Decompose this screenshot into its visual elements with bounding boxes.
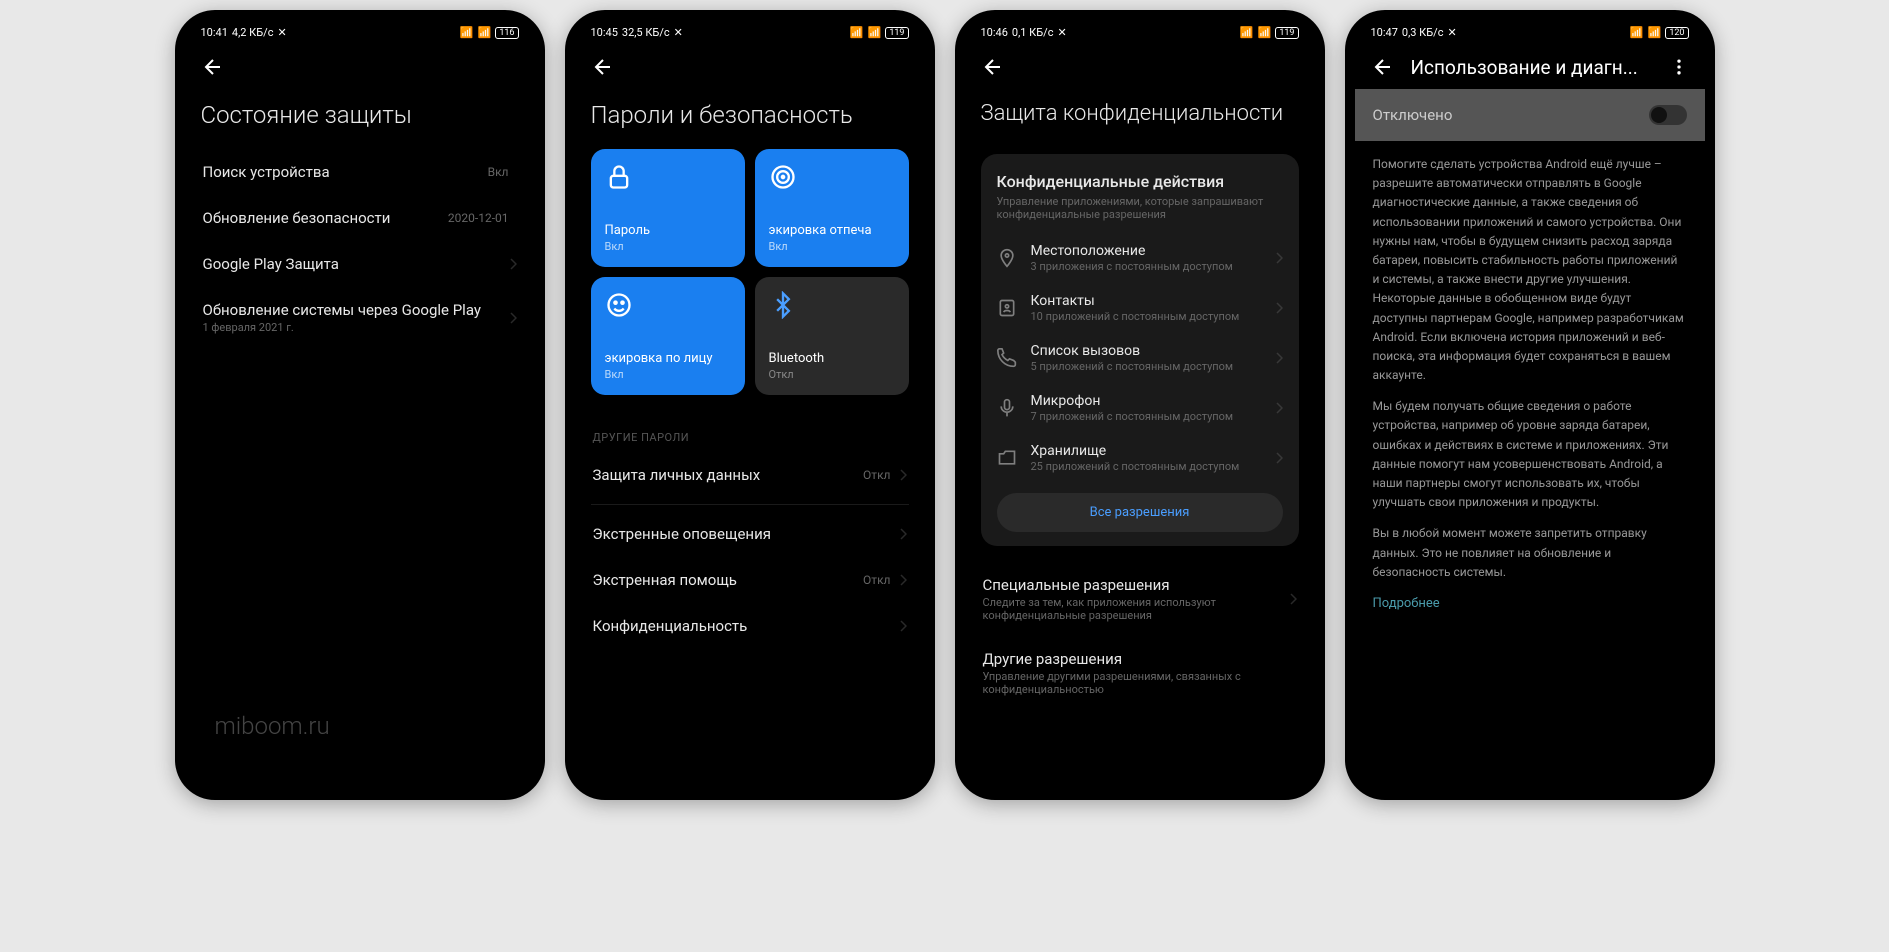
back-button[interactable] (201, 55, 225, 79)
status-speed: 32,5 КБ/с (622, 26, 670, 39)
item-personal-data[interactable]: Защита личных данных Откл (591, 452, 909, 498)
status-speed: 4,2 КБ/с (232, 26, 274, 39)
item-emergency-help[interactable]: Экстренная помощь Откл (591, 557, 909, 603)
wifi-icon: 📶 (478, 26, 492, 39)
all-permissions-button[interactable]: Все разрешения (997, 493, 1283, 532)
chevron-right-icon (899, 469, 907, 481)
battery-icon: 120 (1665, 27, 1688, 39)
toggle-label: Отключено (1373, 106, 1453, 124)
signal-icon: 📶 (460, 26, 474, 39)
toggle-switch[interactable] (1649, 105, 1687, 125)
page-title: Пароли и безопасность (575, 89, 925, 149)
wifi-icon: 📶 (1258, 26, 1272, 39)
more-icon[interactable] (1669, 57, 1689, 77)
item-find-device[interactable]: Поиск устройства Вкл (201, 149, 519, 195)
perm-mic[interactable]: Микрофон 7 приложений с постоянным досту… (997, 383, 1283, 433)
status-time: 10:46 (981, 26, 1008, 39)
storage-icon (997, 448, 1017, 468)
card-title: Конфиденциальные действия (997, 172, 1283, 191)
back-button[interactable] (591, 55, 615, 79)
phone-2: 10:45 32,5 КБ/с ✕ 📶 📶 119 Пароли и безоп… (565, 10, 935, 800)
page-title: Защита конфиденциальности (965, 89, 1315, 146)
tile-bluetooth[interactable]: Bluetooth Откл (755, 277, 909, 395)
contacts-icon (997, 298, 1017, 318)
chevron-right-icon (1275, 352, 1283, 364)
perm-calls[interactable]: Список вызовов 5 приложений с постоянным… (997, 333, 1283, 383)
item-play-protect[interactable]: Google Play Защита (201, 241, 519, 287)
chevron-right-icon (899, 528, 907, 540)
status-bar: 10:46 0,1 КБ/с ✕ 📶 📶 119 (965, 20, 1315, 45)
phone-1: 10:41 4,2 КБ/с ✕ 📶 📶 116 Состояние защит… (175, 10, 545, 800)
description-text: Помогите сделать устройства Android ещё … (1371, 141, 1689, 629)
battery-icon: 119 (1275, 27, 1298, 39)
item-privacy[interactable]: Конфиденциальность (591, 603, 909, 649)
status-time: 10:47 (1371, 26, 1398, 39)
status-speed: 0,1 КБ/с (1012, 26, 1054, 39)
tile-face[interactable]: экировка по лицу Вкл (591, 277, 745, 395)
wifi-icon: 📶 (1648, 26, 1662, 39)
privacy-card: Конфиденциальные действия Управление при… (981, 154, 1299, 546)
page-title: Состояние защиты (185, 89, 535, 149)
vibrate-icon: ✕ (674, 26, 683, 39)
section-header: ДРУГИЕ ПАРОЛИ (591, 415, 909, 452)
wifi-icon: 📶 (868, 26, 882, 39)
chevron-right-icon (1275, 452, 1283, 464)
chevron-right-icon (509, 258, 517, 270)
perm-storage[interactable]: Хранилище 25 приложений с постоянным дос… (997, 433, 1283, 483)
chevron-right-icon (1275, 302, 1283, 314)
back-button[interactable] (981, 55, 1005, 79)
page-title: Использование и диагн... (1411, 56, 1653, 79)
signal-icon: 📶 (1630, 26, 1644, 39)
bluetooth-icon (769, 291, 797, 319)
item-emergency-alerts[interactable]: Экстренные оповещения (591, 511, 909, 557)
phone-3: 10:46 0,1 КБ/с ✕ 📶 📶 119 Защита конфиден… (955, 10, 1325, 800)
face-icon (605, 291, 633, 319)
status-bar: 10:41 4,2 КБ/с ✕ 📶 📶 116 (185, 20, 535, 45)
chevron-right-icon (509, 312, 517, 324)
signal-icon: 📶 (850, 26, 864, 39)
item-system-update[interactable]: Обновление системы через Google Play 1 ф… (201, 287, 519, 348)
status-bar: 10:47 0,3 КБ/с ✕ 📶 📶 120 (1355, 20, 1705, 45)
perm-location[interactable]: Местоположение 3 приложения с постоянным… (997, 233, 1283, 283)
item-security-update[interactable]: Обновление безопасности 2020-12-01 (201, 195, 519, 241)
battery-icon: 116 (495, 27, 518, 39)
chevron-right-icon (1275, 402, 1283, 414)
chevron-right-icon (899, 620, 907, 632)
item-special-perms[interactable]: Специальные разрешения Следите за тем, к… (981, 562, 1299, 636)
perm-contacts[interactable]: Контакты 10 приложений с постоянным дост… (997, 283, 1283, 333)
status-bar: 10:45 32,5 КБ/с ✕ 📶 📶 119 (575, 20, 925, 45)
lock-icon (605, 163, 633, 191)
status-time: 10:41 (201, 26, 228, 39)
battery-icon: 119 (885, 27, 908, 39)
fingerprint-icon (769, 163, 797, 191)
vibrate-icon: ✕ (1447, 26, 1456, 39)
tile-password[interactable]: Пароль Вкл (591, 149, 745, 267)
toggle-row: Отключено (1355, 89, 1705, 141)
location-icon (997, 248, 1017, 268)
signal-icon: 📶 (1240, 26, 1254, 39)
tile-fingerprint[interactable]: экировка отпеча Вкл (755, 149, 909, 267)
chevron-right-icon (1289, 593, 1297, 605)
status-speed: 0,3 КБ/с (1402, 26, 1444, 39)
divider (591, 504, 909, 505)
vibrate-icon: ✕ (1057, 26, 1066, 39)
phone-4: 10:47 0,3 КБ/с ✕ 📶 📶 120 Использование и… (1345, 10, 1715, 800)
status-time: 10:45 (591, 26, 618, 39)
mic-icon (997, 398, 1017, 418)
item-other-perms[interactable]: Другие разрешения Управление другими раз… (981, 636, 1299, 696)
learn-more-link[interactable]: Подробнее (1373, 596, 1440, 611)
watermark: miboom.ru (215, 712, 330, 740)
card-sub: Управление приложениями, которые запраши… (997, 195, 1283, 221)
back-button[interactable] (1371, 55, 1395, 79)
chevron-right-icon (1275, 252, 1283, 264)
phone-icon (997, 348, 1017, 368)
vibrate-icon: ✕ (277, 26, 286, 39)
chevron-right-icon (899, 574, 907, 586)
